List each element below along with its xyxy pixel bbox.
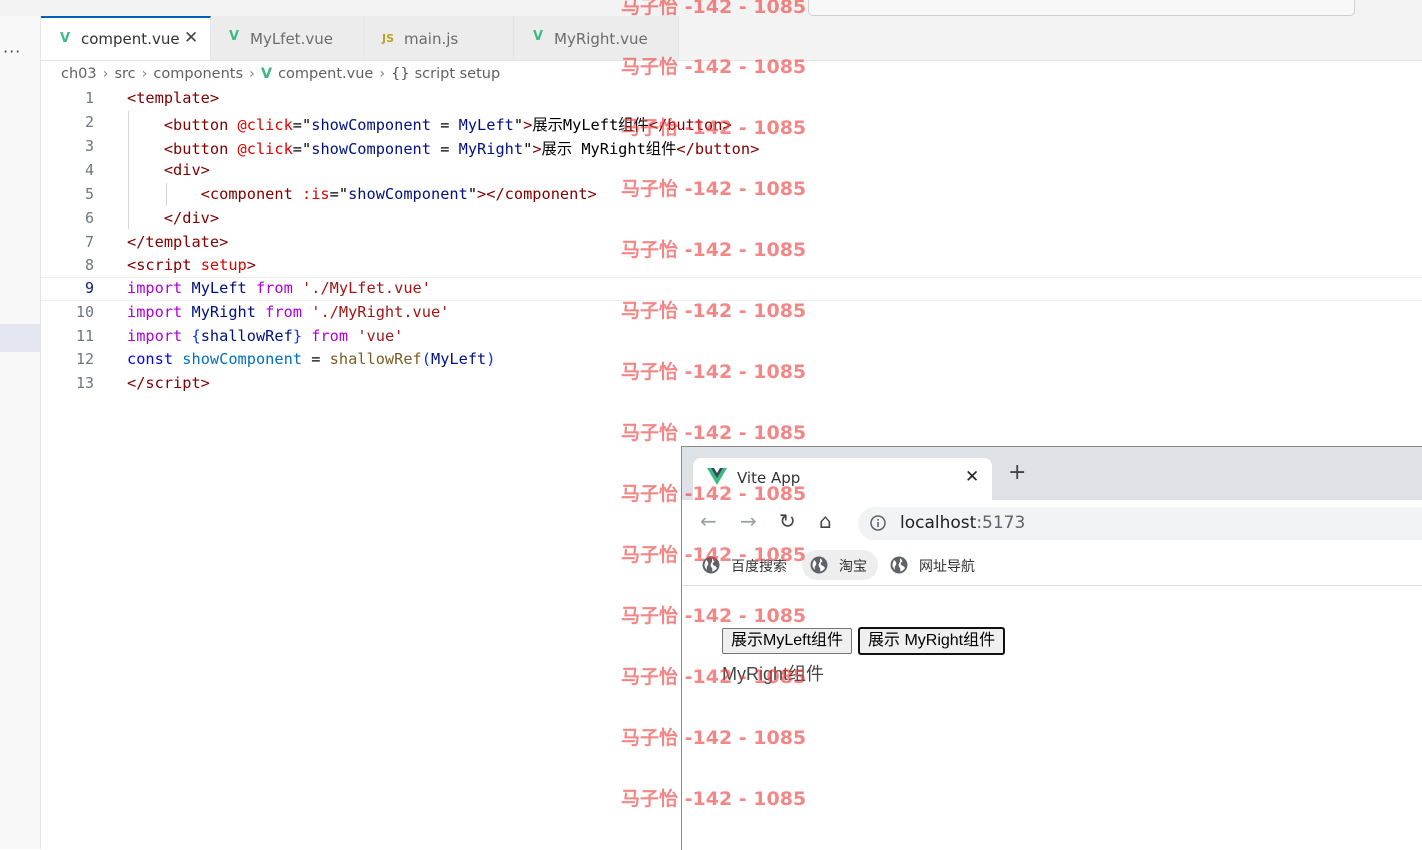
line-number: 1 bbox=[84, 89, 94, 107]
chevron-right-icon: › bbox=[379, 66, 386, 82]
code-text: </div> bbox=[163, 209, 220, 227]
watermark: 马子怡 -142 - 1085 bbox=[621, 178, 807, 200]
show-myright-button[interactable]: 展示 MyRight组件 bbox=[857, 627, 1006, 655]
close-icon[interactable]: ✕ bbox=[184, 28, 198, 48]
watermark: 马子怡 -142 - 1085 bbox=[621, 483, 807, 505]
line-number: 3 bbox=[84, 137, 94, 155]
code-text: <div> bbox=[163, 161, 210, 179]
bookmark-label: 淘宝 bbox=[839, 559, 867, 575]
chevron-right-icon: › bbox=[102, 66, 109, 82]
vue-file-icon: V bbox=[533, 29, 544, 44]
tab-label: main.js bbox=[404, 30, 459, 48]
activity-bar: ··· bbox=[0, 16, 41, 849]
watermark: 马子怡 -142 - 1085 bbox=[621, 0, 807, 18]
tab-mylfet-vue[interactable]: V MyLfet.vue bbox=[211, 16, 364, 60]
command-center[interactable] bbox=[808, 0, 1355, 16]
breadcrumb: ch03 › src › components › Vcompent.vue › {} scrip… bbox=[61, 66, 502, 86]
forward-icon[interactable]: → bbox=[740, 510, 757, 532]
address-bar[interactable]: localhost:5173 bbox=[858, 507, 1422, 540]
back-icon[interactable]: ← bbox=[700, 510, 717, 532]
close-icon[interactable]: ✕ bbox=[965, 467, 979, 487]
globe-icon bbox=[810, 556, 828, 574]
breadcrumb-item[interactable]: script setup bbox=[415, 66, 501, 82]
watermark: 马子怡 -142 - 1085 bbox=[621, 117, 807, 139]
bookmark-nav[interactable]: 网址导航 bbox=[882, 550, 992, 580]
tab-label: MyLfet.vue bbox=[250, 30, 333, 48]
vue-file-icon: V bbox=[60, 31, 71, 46]
browser-toolbar: ← → ↻ ⌂ localhost:5173 bbox=[682, 500, 1422, 545]
chevron-right-icon: › bbox=[249, 66, 255, 82]
code-line: 6 </div> bbox=[41, 207, 1422, 231]
watermark: 马子怡 -142 - 1085 bbox=[621, 544, 807, 566]
bookmark-label: 网址导航 bbox=[919, 559, 975, 575]
code-line: 11 import {shallowRef} from 'vue' bbox=[41, 325, 1422, 349]
code-text: </template> bbox=[127, 233, 229, 251]
breadcrumb-item[interactable]: compent.vue bbox=[278, 66, 373, 82]
home-icon[interactable]: ⌂ bbox=[819, 510, 832, 532]
line-number: 2 bbox=[84, 113, 94, 131]
show-myleft-button[interactable]: 展示MyLeft组件 bbox=[722, 628, 853, 654]
code-line: 1 <template> bbox=[41, 87, 1422, 111]
tab-compent-vue[interactable]: V compent.vue ✕ bbox=[41, 16, 211, 60]
watermark: 马子怡 -142 - 1085 bbox=[621, 361, 807, 383]
tab-label: MyRight.vue bbox=[554, 30, 648, 48]
watermark: 马子怡 -142 - 1085 bbox=[621, 56, 807, 78]
code-text: <template> bbox=[127, 89, 220, 107]
watermark: 马子怡 -142 - 1085 bbox=[621, 727, 807, 749]
code-text: import MyRight from './MyRight.vue' bbox=[127, 303, 450, 321]
line-number: 10 bbox=[75, 303, 94, 321]
watermark: 马子怡 -142 - 1085 bbox=[621, 300, 807, 322]
watermark: 马子怡 -142 - 1085 bbox=[621, 788, 807, 810]
breadcrumb-item[interactable]: ch03 bbox=[61, 66, 97, 82]
code-text: <component :is="showComponent"></compone… bbox=[200, 185, 597, 203]
line-number: 11 bbox=[75, 327, 94, 345]
watermark: 马子怡 -142 - 1085 bbox=[621, 605, 807, 627]
globe-icon bbox=[890, 556, 908, 574]
braces-icon: {} bbox=[391, 66, 410, 82]
breadcrumb-item[interactable]: components bbox=[153, 66, 243, 82]
line-number: 5 bbox=[84, 185, 94, 203]
watermark: 马子怡 -142 - 1085 bbox=[621, 239, 807, 261]
tab-main-js[interactable]: JS main.js bbox=[364, 16, 514, 60]
activity-selection bbox=[0, 324, 40, 352]
url-host: localhost bbox=[900, 513, 977, 533]
chevron-right-icon: › bbox=[141, 66, 148, 82]
line-number: 7 bbox=[84, 233, 94, 251]
url-port: :5173 bbox=[976, 513, 1026, 533]
js-file-icon: JS bbox=[382, 32, 395, 45]
line-number: 4 bbox=[84, 161, 94, 179]
code-text: import {shallowRef} from 'vue' bbox=[127, 327, 404, 345]
new-tab-icon[interactable]: + bbox=[1008, 462, 1026, 484]
line-number: 13 bbox=[75, 374, 94, 392]
bookmark-taobao[interactable]: 淘宝 bbox=[802, 550, 878, 580]
info-icon[interactable] bbox=[870, 515, 886, 531]
line-number: 12 bbox=[75, 350, 94, 368]
vue-file-icon: V bbox=[229, 29, 240, 44]
url-text: localhost:5173 bbox=[900, 513, 1025, 533]
code-text: </script> bbox=[127, 374, 210, 392]
line-number: 8 bbox=[84, 256, 94, 274]
vue-file-icon: V bbox=[260, 66, 273, 82]
code-text: const showComponent = shallowRef(MyLeft) bbox=[127, 350, 496, 368]
line-number: 9 bbox=[84, 279, 94, 297]
code-text: import MyLeft from './MyLfet.vue' bbox=[127, 279, 431, 297]
code-text: <script setup> bbox=[127, 256, 256, 274]
tab-label: compent.vue bbox=[81, 30, 180, 48]
breadcrumb-item[interactable]: src bbox=[114, 66, 135, 82]
line-number: 6 bbox=[84, 209, 94, 227]
reload-icon[interactable]: ↻ bbox=[779, 510, 796, 532]
code-text: <button @click="showComponent = MyRight"… bbox=[163, 140, 760, 158]
watermark: 马子怡 -142 - 1085 bbox=[621, 666, 807, 688]
watermark: 马子怡 -142 - 1085 bbox=[621, 422, 807, 444]
more-actions-icon[interactable]: ··· bbox=[3, 42, 21, 61]
